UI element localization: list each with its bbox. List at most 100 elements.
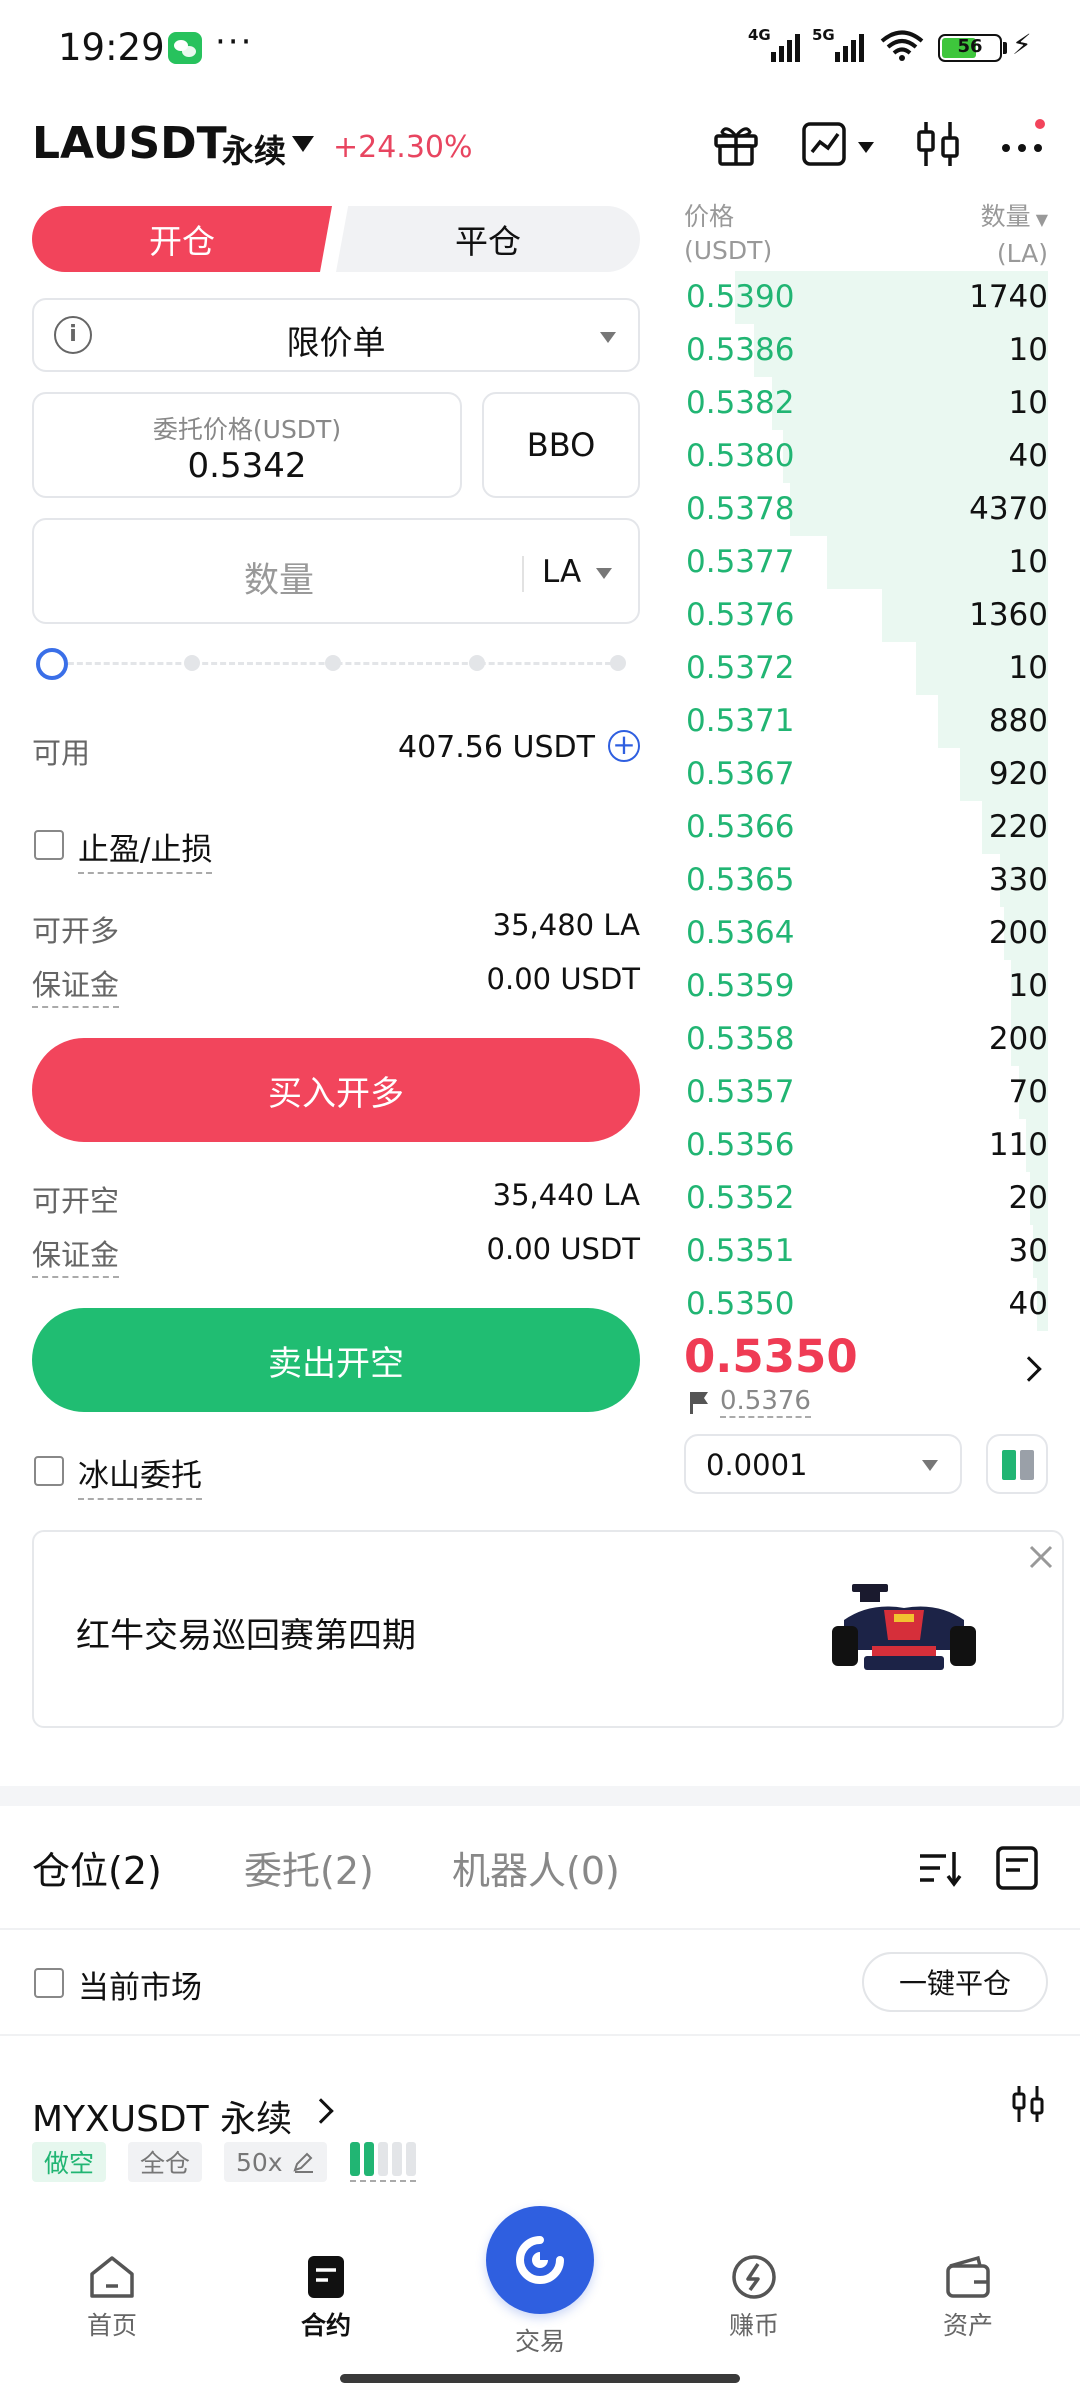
- orderbook-row[interactable]: 0.5372 10: [680, 642, 1048, 695]
- tab-orders[interactable]: 委托(2): [244, 1840, 374, 1895]
- contract-type[interactable]: 永续: [222, 126, 286, 172]
- sell-short-button[interactable]: 卖出开空: [32, 1308, 640, 1412]
- orderbook-row[interactable]: 0.5378 4370: [680, 483, 1048, 536]
- orderbook-row[interactable]: 0.5376 1360: [680, 589, 1048, 642]
- close-icon[interactable]: [1026, 1542, 1056, 1572]
- leverage-badge[interactable]: 50x: [224, 2142, 327, 2182]
- order-type-select[interactable]: i 限价单: [32, 298, 640, 372]
- current-market-checkbox[interactable]: [34, 1968, 64, 1998]
- edit-icon[interactable]: [291, 2150, 315, 2174]
- quantity-placeholder[interactable]: 数量: [34, 552, 524, 603]
- orderbook-layout-icon[interactable]: [986, 1434, 1048, 1494]
- orderbook-row[interactable]: 0.5364 200: [680, 907, 1048, 960]
- ask-price[interactable]: 0.5376: [686, 597, 794, 633]
- current-market-label[interactable]: 当前市场: [78, 1962, 202, 2007]
- orderbook-row[interactable]: 0.5357 70: [680, 1066, 1048, 1119]
- ask-price[interactable]: 0.5359: [686, 968, 794, 1004]
- promo-banner[interactable]: 红牛交易巡回赛第四期: [32, 1530, 1064, 1728]
- ask-price[interactable]: 0.5364: [686, 915, 794, 951]
- quantity-unit-select[interactable]: LA: [542, 554, 581, 590]
- ask-price[interactable]: 0.5357: [686, 1074, 794, 1110]
- ask-price[interactable]: 0.5378: [686, 491, 794, 527]
- nav-assets[interactable]: 资产: [908, 2252, 1028, 2342]
- promo-text[interactable]: 红牛交易巡回赛第四期: [76, 1608, 416, 1657]
- home-indicator[interactable]: [340, 2374, 740, 2383]
- ask-price[interactable]: 0.5380: [686, 438, 794, 474]
- orderbook-row[interactable]: 0.5380 40: [680, 430, 1048, 483]
- orderbook-row[interactable]: 0.5367 920: [680, 748, 1048, 801]
- nav-earn[interactable]: 赚币: [694, 2252, 814, 2342]
- orderbook-row[interactable]: 0.5351 30: [680, 1225, 1048, 1278]
- slider-handle[interactable]: [36, 648, 68, 680]
- orderbook-row[interactable]: 0.5358 200: [680, 1013, 1048, 1066]
- ask-price[interactable]: 0.5382: [686, 385, 794, 421]
- slider-stop-75[interactable]: [469, 655, 485, 671]
- quantity-field[interactable]: 数量 LA: [32, 518, 640, 624]
- tab-bots[interactable]: 机器人(0): [452, 1840, 620, 1895]
- candlestick-icon[interactable]: [912, 118, 964, 170]
- orderbook-row[interactable]: 0.5371 880: [680, 695, 1048, 748]
- risk-level-indicator[interactable]: [350, 2142, 416, 2182]
- ask-price[interactable]: 0.5351: [686, 1233, 794, 1269]
- position-symbol[interactable]: MYXUSDT 永续: [32, 2090, 292, 2142]
- short-margin-label[interactable]: 保证金: [32, 1232, 120, 1278]
- orderbook-row[interactable]: 0.5377 10: [680, 536, 1048, 589]
- orderbook-row[interactable]: 0.5352 20: [680, 1172, 1048, 1225]
- trade-fab-button[interactable]: [486, 2206, 594, 2314]
- price-field-value[interactable]: 0.5342: [34, 446, 460, 486]
- orderbook-row[interactable]: 0.5350 40: [680, 1278, 1048, 1331]
- ask-price[interactable]: 0.5390: [686, 279, 794, 315]
- ask-price[interactable]: 0.5365: [686, 862, 794, 898]
- iceberg-checkbox[interactable]: [34, 1456, 64, 1486]
- more-icon[interactable]: [998, 118, 1050, 170]
- precision-select[interactable]: 0.0001: [684, 1434, 962, 1494]
- tab-open[interactable]: 开仓: [32, 206, 332, 272]
- orderbook-row[interactable]: 0.5366 220: [680, 801, 1048, 854]
- orderbook-row[interactable]: 0.5356 110: [680, 1119, 1048, 1172]
- slider-stop-100[interactable]: [610, 655, 626, 671]
- tpsl-label[interactable]: 止盈/止损: [78, 824, 213, 874]
- chevron-right-icon[interactable]: [1016, 1356, 1042, 1382]
- buy-long-button[interactable]: 买入开多: [32, 1038, 640, 1142]
- ask-price[interactable]: 0.5356: [686, 1127, 794, 1163]
- nav-trade[interactable]: 交易: [480, 2206, 600, 2358]
- tab-close[interactable]: 平仓: [336, 206, 640, 272]
- nav-home[interactable]: 首页: [52, 2252, 172, 2342]
- orderbook-row[interactable]: 0.5365 330: [680, 854, 1048, 907]
- orderbook-row[interactable]: 0.5390 1740: [680, 271, 1048, 324]
- nav-futures[interactable]: 合约: [266, 2252, 386, 2342]
- gift-icon[interactable]: [710, 118, 762, 170]
- tab-positions[interactable]: 仓位(2): [32, 1840, 162, 1895]
- slider-stop-50[interactable]: [325, 655, 341, 671]
- ask-price[interactable]: 0.5352: [686, 1180, 794, 1216]
- history-document-icon[interactable]: [994, 1844, 1040, 1892]
- close-all-button[interactable]: 一键平仓: [862, 1952, 1048, 2012]
- chart-dropdown-caret-icon[interactable]: [858, 142, 874, 153]
- long-margin-label[interactable]: 保证金: [32, 962, 120, 1008]
- slider-stop-25[interactable]: [184, 655, 200, 671]
- chart-icon[interactable]: [800, 118, 852, 170]
- ask-price[interactable]: 0.5366: [686, 809, 794, 845]
- candlestick-icon[interactable]: [1008, 2084, 1048, 2124]
- transfer-add-icon[interactable]: +: [608, 730, 640, 762]
- chevron-right-icon[interactable]: [308, 2098, 334, 2124]
- orderbook-qty-header[interactable]: 数量 ▼ (LA): [981, 200, 1048, 271]
- orderbook-row[interactable]: 0.5359 10: [680, 960, 1048, 1013]
- orderbook-row[interactable]: 0.5382 10: [680, 377, 1048, 430]
- sort-icon[interactable]: [918, 1846, 964, 1890]
- pair-title[interactable]: LAUSDT: [32, 118, 227, 169]
- mark-price[interactable]: 0.5376: [720, 1386, 811, 1418]
- ask-price[interactable]: 0.5371: [686, 703, 794, 739]
- chevron-down-icon[interactable]: [292, 136, 314, 152]
- price-field[interactable]: 委托价格(USDT) 0.5342: [32, 392, 462, 498]
- iceberg-label[interactable]: 冰山委托: [78, 1450, 202, 1500]
- orderbook-row[interactable]: 0.5386 10: [680, 324, 1048, 377]
- ask-price[interactable]: 0.5377: [686, 544, 794, 580]
- bbo-button[interactable]: BBO: [482, 392, 640, 498]
- chevron-down-icon[interactable]: [596, 568, 612, 579]
- ask-price[interactable]: 0.5350: [686, 1286, 794, 1322]
- ask-price[interactable]: 0.5372: [686, 650, 794, 686]
- tpsl-checkbox[interactable]: [34, 830, 64, 860]
- ask-price[interactable]: 0.5358: [686, 1021, 794, 1057]
- ask-price[interactable]: 0.5386: [686, 332, 794, 368]
